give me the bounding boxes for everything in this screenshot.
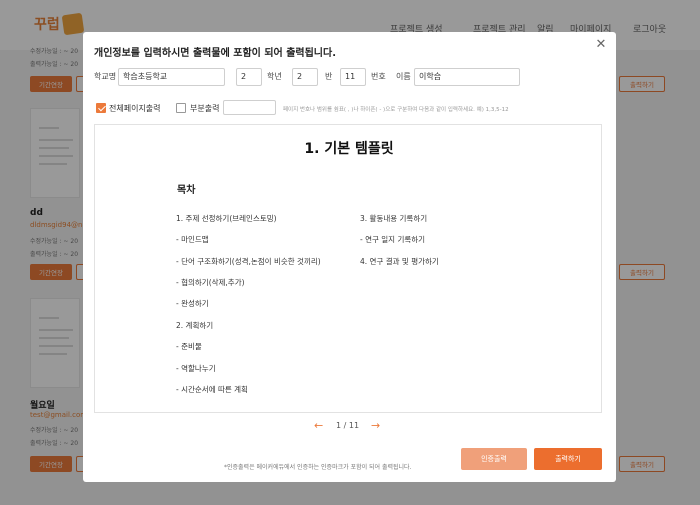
all-pages-label[interactable]: 전체페이지출력 [109, 103, 161, 114]
toc-item: - 역할나누기 [176, 364, 216, 373]
grade-input[interactable]: 2 [236, 68, 262, 86]
class-input[interactable]: 2 [292, 68, 318, 86]
certified-print-button[interactable]: 인증출력 [461, 448, 527, 470]
close-icon[interactable]: ✕ [593, 37, 609, 53]
name-label: 이름 [396, 72, 411, 81]
certified-print-note: *인증출력은 메이커에듀에서 인증하는 인증마크가 포함이 되어 출력됩니다. [224, 464, 412, 471]
toc-item: 4. 연구 결과 및 평가하기 [360, 257, 439, 266]
toc-item: - 완성하기 [176, 299, 209, 308]
page-range-input[interactable] [223, 100, 276, 115]
document-title: 1. 기본 템플릿 [304, 141, 394, 157]
partial-print-label[interactable]: 부분출력 [190, 103, 219, 114]
all-pages-checkbox[interactable] [96, 103, 106, 113]
toc-item: - 단어 구조화하기(성격,논점이 비슷한 것끼리) [176, 257, 321, 266]
page-indicator: 1 / 11 [336, 421, 360, 430]
number-label: 번호 [371, 72, 386, 81]
school-label: 학교명 [94, 72, 117, 81]
next-page-icon[interactable]: → [371, 419, 380, 433]
toc-item: - 시간순서에 따른 계획 [176, 385, 248, 394]
toc-item: - 연구 일지 기록하기 [360, 235, 426, 244]
grade-label: 학년 [267, 72, 282, 81]
number-input[interactable]: 11 [340, 68, 366, 86]
toc-item: 2. 계획하기 [176, 321, 214, 330]
school-input[interactable]: 학습초등학교 [118, 68, 225, 86]
name-input[interactable]: 이학습 [414, 68, 520, 86]
partial-print-checkbox[interactable] [176, 103, 186, 113]
print-button[interactable]: 출력하기 [534, 448, 602, 470]
document-preview[interactable]: 1. 기본 템플릿 목차 1. 주제 선정하기(브레인스토밍) - 마인드맵 -… [94, 124, 602, 413]
print-info-modal: 개인정보를 입력하시면 출력물에 포함이 되어 출력됩니다. ✕ 학교명 학습초… [83, 32, 616, 482]
toc-item: 1. 주제 선정하기(브레인스토밍) [176, 214, 277, 223]
toc-item: 3. 활동내용 기록하기 [360, 214, 428, 223]
toc-item: - 마인드맵 [176, 235, 209, 244]
modal-title: 개인정보를 입력하시면 출력물에 포함이 되어 출력됩니다. [94, 48, 337, 59]
toc-item: - 준비물 [176, 342, 202, 351]
pagination: ← 1 / 11 → [83, 419, 616, 433]
toc-heading: 목차 [177, 185, 196, 196]
page-range-hint: 페이지 번호나 범위를 쉼표( , )나 하이픈( - )으로 구분하여 다음과… [283, 107, 509, 113]
class-label: 반 [325, 72, 333, 81]
prev-page-icon[interactable]: ← [314, 419, 323, 433]
print-options: 전체페이지출력 부분출력 페이지 번호나 범위를 쉼표( , )나 하이픈( -… [94, 100, 604, 116]
toc-item: - 협의하기(삭제,추가) [176, 278, 245, 287]
